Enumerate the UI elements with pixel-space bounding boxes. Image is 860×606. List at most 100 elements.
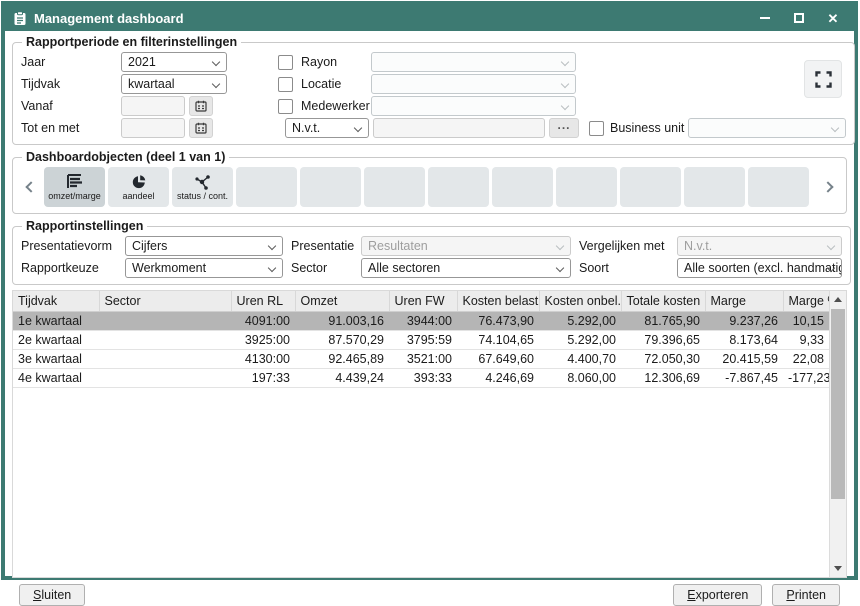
- nvt-select[interactable]: N.v.t.: [285, 118, 369, 138]
- presentatievorm-label: Presentatievorm: [21, 239, 125, 253]
- table-row[interactable]: 4e kwartaal197:334.439,24393:334.246,698…: [13, 368, 829, 387]
- table-cell: 4e kwartaal: [13, 368, 99, 387]
- table-cell: 8.060,00: [539, 368, 621, 387]
- settings-group-title: Rapportinstellingen: [22, 219, 147, 233]
- column-header[interactable]: Omzet: [295, 291, 389, 311]
- dashboard-slot-empty: [428, 167, 489, 207]
- table-cell: 3795:59: [389, 330, 457, 349]
- chevron-left-icon: [25, 181, 36, 192]
- column-header[interactable]: Totale kosten: [621, 291, 705, 311]
- presentatie-select[interactable]: Resultaten: [361, 236, 571, 256]
- table-cell: -7.867,45: [705, 368, 783, 387]
- medewerker-select[interactable]: [371, 96, 576, 116]
- table-cell: 4130:00: [231, 349, 295, 368]
- dialog-window: Management dashboard ✕ Rapportperiode en…: [1, 1, 858, 580]
- column-header[interactable]: Marge %: [783, 291, 829, 311]
- dashboard-group-title: Dashboardobjecten (deel 1 van 1): [22, 150, 229, 164]
- dashboard-prev-button[interactable]: [21, 167, 41, 207]
- soort-select[interactable]: Alle soorten (excl. handmatig: [677, 258, 842, 278]
- table-cell: 5.292,00: [539, 330, 621, 349]
- tot-en-met-label: Tot en met: [21, 121, 121, 135]
- column-header[interactable]: Kosten onbel.: [539, 291, 621, 311]
- dashboard-next-button[interactable]: [818, 167, 838, 207]
- table-cell: 72.050,30: [621, 349, 705, 368]
- vanaf-input[interactable]: [121, 96, 185, 116]
- table-cell: 9.237,26: [705, 311, 783, 330]
- locatie-checkbox[interactable]: [278, 77, 293, 92]
- tot-en-met-calendar-button[interactable]: [189, 118, 213, 138]
- table-cell: 92.465,89: [295, 349, 389, 368]
- column-header[interactable]: Sector: [99, 291, 231, 311]
- dashboard-slot-empty: [236, 167, 297, 207]
- business-unit-checkbox[interactable]: [589, 121, 604, 136]
- soort-label: Soort: [579, 261, 677, 275]
- table-row[interactable]: 1e kwartaal4091:0091.003,163944:0076.473…: [13, 311, 829, 330]
- dashboard-slot-empty: [556, 167, 617, 207]
- maximize-icon[interactable]: [792, 11, 806, 25]
- chevron-down-icon: [212, 80, 220, 88]
- table-cell: 79.396,65: [621, 330, 705, 349]
- table-cell: 4.439,24: [295, 368, 389, 387]
- vertical-scrollbar[interactable]: [829, 291, 846, 577]
- sector-select[interactable]: Alle sectoren: [361, 258, 571, 278]
- vanaf-calendar-button[interactable]: [189, 96, 213, 116]
- jaar-label: Jaar: [21, 55, 121, 69]
- calendar-icon: [195, 100, 207, 112]
- dashboard-item-aandeel[interactable]: aandeel: [108, 167, 169, 207]
- vergelijken-met-select[interactable]: N.v.t.: [677, 236, 842, 256]
- exporteren-button[interactable]: Exporteren: [673, 584, 762, 606]
- jaar-select[interactable]: 2021: [121, 52, 227, 72]
- dashboard-slot-empty: [620, 167, 681, 207]
- pie-chart-icon: [130, 173, 148, 190]
- table-cell: [99, 330, 231, 349]
- table-cell: 3944:00: [389, 311, 457, 330]
- business-unit-select[interactable]: [688, 118, 846, 138]
- dashboard-strip: omzet/marge aandeel status / cont.: [21, 167, 838, 207]
- table-cell: 76.473,90: [457, 311, 539, 330]
- dashboard-item-label: omzet/marge: [48, 191, 101, 201]
- chevron-down-icon: [268, 264, 276, 272]
- table-cell: 67.649,60: [457, 349, 539, 368]
- table-row[interactable]: 2e kwartaal3925:0087.570,293795:5974.104…: [13, 330, 829, 349]
- minimize-icon[interactable]: [758, 11, 772, 25]
- rayon-select[interactable]: [371, 52, 576, 72]
- table-cell: 2e kwartaal: [13, 330, 99, 349]
- ellipsis-button[interactable]: ...: [549, 118, 579, 138]
- dashboard-item-omzet-marge[interactable]: omzet/marge: [44, 167, 105, 207]
- scrollbar-thumb[interactable]: [831, 309, 845, 499]
- table-cell: 3e kwartaal: [13, 349, 99, 368]
- column-header[interactable]: Marge: [705, 291, 783, 311]
- sluiten-button[interactable]: Sluiten: [19, 584, 85, 606]
- table-cell: 10,15: [783, 311, 829, 330]
- column-header[interactable]: Uren RL: [231, 291, 295, 311]
- scroll-up-icon[interactable]: [830, 291, 846, 308]
- presentatievorm-select[interactable]: Cijfers: [125, 236, 283, 256]
- close-icon[interactable]: ✕: [826, 11, 840, 25]
- column-header[interactable]: Uren FW: [389, 291, 457, 311]
- table-row[interactable]: 3e kwartaal 4130:0092.465,893521:0067.649…: [13, 349, 829, 368]
- table-cell: 3521:00: [389, 349, 457, 368]
- calendar-icon: [195, 122, 207, 134]
- tijdvak-select[interactable]: kwartaal: [121, 74, 227, 94]
- presentatie-label: Presentatie: [291, 239, 361, 253]
- rapportkeuze-select[interactable]: Werkmoment: [125, 258, 283, 278]
- table-cell: [99, 311, 231, 330]
- chevron-down-icon: [212, 58, 220, 66]
- column-header[interactable]: Tijdvak: [13, 291, 99, 311]
- table-header-row: TijdvakSectorUren RLOmzetUren FWKosten b…: [13, 291, 829, 311]
- tot-en-met-input[interactable]: [121, 118, 185, 138]
- column-header[interactable]: Kosten belast: [457, 291, 539, 311]
- locatie-select[interactable]: [371, 74, 576, 94]
- rayon-checkbox[interactable]: [278, 55, 293, 70]
- medewerker-checkbox[interactable]: [278, 99, 293, 114]
- report-settings-group: Rapportinstellingen Presentatievorm Cijf…: [12, 219, 851, 285]
- chevron-down-icon: [827, 242, 835, 250]
- sector-label: Sector: [291, 261, 361, 275]
- table-cell: 4.400,70: [539, 349, 621, 368]
- dashboard-slot-empty: [300, 167, 361, 207]
- printen-button[interactable]: Printen: [772, 584, 840, 606]
- free-filter-input[interactable]: [373, 118, 545, 138]
- dashboard-item-status-cont[interactable]: status / cont.: [172, 167, 233, 207]
- scroll-down-icon[interactable]: [830, 560, 846, 577]
- table-cell: 12.306,69: [621, 368, 705, 387]
